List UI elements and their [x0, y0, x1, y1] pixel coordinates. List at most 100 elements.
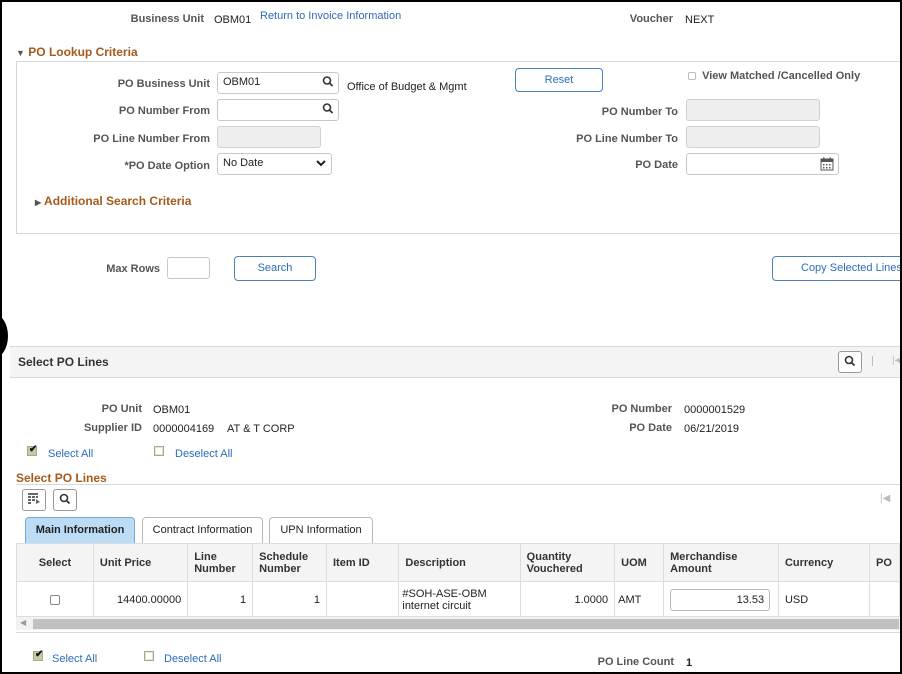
po-line-number-from-input — [217, 126, 321, 148]
col-select: Select — [16, 543, 94, 582]
expand-triangle-icon: ▶ — [35, 198, 42, 207]
supplier-name: AT & T CORP — [227, 423, 295, 435]
po-number-to-input — [686, 99, 820, 121]
row-select-cell — [16, 581, 94, 618]
po-unit-value: OBM01 — [153, 404, 191, 416]
uom-cell: AMT — [614, 581, 665, 618]
col-line-number: Line Number — [187, 543, 254, 582]
merchandise-amount-input[interactable]: 13.53 — [670, 588, 771, 611]
tab-contract-information[interactable]: Contract Information — [142, 517, 263, 543]
deselect-all-link[interactable]: Deselect All — [175, 448, 232, 460]
bottom-select-all-link[interactable]: Select All — [52, 653, 97, 665]
find-button[interactable] — [838, 351, 862, 373]
max-rows-label: Max Rows — [106, 263, 160, 275]
po-line-number-from-label: PO Line Number From — [93, 133, 210, 145]
divider — [16, 632, 900, 633]
line-number-cell: 1 — [187, 581, 254, 618]
po-date-label: PO Date — [635, 159, 678, 171]
po-business-unit-label: PO Business Unit — [117, 78, 210, 90]
po-line-count-label: PO Line Count — [597, 656, 674, 668]
po-date-option-select[interactable]: No Date — [217, 153, 332, 175]
col-po: PO — [869, 543, 900, 582]
deselect-all-checkbox-icon[interactable] — [154, 446, 164, 456]
horizontal-scrollbar[interactable]: ◀ — [16, 616, 900, 630]
max-rows-input[interactable] — [167, 257, 210, 279]
collapse-triangle-icon: ▼ — [16, 48, 25, 58]
business-unit-value: OBM01 — [214, 14, 252, 26]
col-uom: UOM — [614, 543, 665, 582]
po-line-number-to-input — [686, 126, 820, 148]
select-po-lines-header-bar: Select PO Lines |◀ — [10, 346, 900, 378]
chevron-down-icon — [316, 158, 326, 171]
scrollbar-thumb[interactable] — [33, 619, 899, 629]
search-icon[interactable] — [322, 102, 334, 119]
schedule-number-cell: 1 — [252, 581, 327, 618]
table-row: 14400.00000 1 1 #SOH-ASE-OBM internet ci… — [16, 581, 900, 618]
po-cell — [869, 581, 900, 618]
col-quantity-vouchered: Quantity Vouchered — [519, 543, 616, 582]
edge-artifact — [2, 314, 8, 358]
business-unit-label: Business Unit — [130, 13, 204, 25]
col-currency: Currency — [777, 543, 871, 582]
tab-main-information[interactable]: Main Information — [25, 517, 135, 543]
po-lookup-criteria-toggle[interactable]: ▼ PO Lookup Criteria — [16, 45, 138, 59]
po-unit-label: PO Unit — [101, 403, 142, 415]
col-schedule-number: Schedule Number — [252, 543, 327, 582]
copy-selected-lines-button[interactable]: Copy Selected Lines — [772, 256, 900, 281]
po-date-option-value: No Date — [223, 157, 264, 169]
view-matched-cancelled-checkbox-row[interactable]: View Matched /Cancelled Only — [688, 70, 860, 82]
search-button[interactable]: Search — [234, 256, 316, 281]
po-line-count-value: 1 — [686, 657, 693, 669]
divider — [16, 484, 900, 485]
voucher-label: Voucher — [629, 13, 673, 25]
po-number-from-label: PO Number From — [118, 105, 210, 117]
currency-cell: USD — [777, 581, 871, 618]
po-number-value: 0000001529 — [684, 404, 746, 416]
po-business-unit-value: OBM01 — [223, 76, 261, 88]
col-description: Description — [398, 543, 521, 582]
calendar-icon[interactable] — [820, 157, 834, 174]
bottom-deselect-all-checkbox-icon[interactable] — [144, 651, 154, 661]
search-icon — [844, 355, 856, 370]
view-matched-checkbox[interactable] — [688, 72, 696, 81]
reset-button[interactable]: Reset — [515, 68, 603, 92]
po-number-from-input[interactable] — [217, 99, 339, 121]
po-date-info-label: PO Date — [629, 422, 672, 434]
po-date-input[interactable] — [686, 153, 839, 175]
select-all-checkbox-icon[interactable]: ✔ — [27, 444, 37, 456]
additional-search-criteria-toggle[interactable]: ▶ Additional Search Criteria — [35, 194, 191, 208]
merchandise-amount-cell: 13.53 — [663, 581, 779, 618]
col-item-id: Item ID — [325, 543, 400, 582]
po-date-option-label: *PO Date Option — [124, 160, 210, 172]
tab-upn-information[interactable]: UPN Information — [269, 517, 373, 543]
item-id-cell — [325, 581, 400, 618]
first-page-icon[interactable]: |◀ — [880, 493, 890, 504]
bottom-select-all-checkbox-icon[interactable]: ✔ — [33, 649, 43, 661]
supplier-id-value: 0000004169 — [153, 423, 215, 435]
search-icon[interactable] — [322, 75, 334, 92]
additional-search-criteria-title: Additional Search Criteria — [44, 194, 192, 208]
select-po-lines-header-title: Select PO Lines — [18, 355, 109, 369]
grid-header-row: Select Unit Price Line Number Schedule N… — [16, 543, 900, 582]
col-merchandise-amount: Merchandise Amount — [663, 543, 779, 582]
return-to-invoice-link[interactable]: Return to Invoice Information — [260, 10, 401, 22]
description-cell: #SOH-ASE-OBM internet circuit — [398, 581, 521, 618]
scroll-left-icon[interactable]: ◀ — [20, 618, 26, 627]
select-all-link[interactable]: Select All — [48, 448, 93, 460]
personalize-grid-button[interactable] — [22, 489, 46, 511]
po-line-number-to-label: PO Line Number To — [576, 133, 678, 145]
quantity-vouchered-cell: 1.0000 — [519, 581, 616, 618]
po-lookup-page: Business Unit OBM01 Return to Invoice In… — [0, 0, 902, 674]
unit-price-cell: 14400.00000 — [92, 581, 189, 618]
view-matched-label: View Matched /Cancelled Only — [702, 70, 861, 82]
col-unit-price: Unit Price — [92, 543, 189, 582]
bottom-deselect-all-link[interactable]: Deselect All — [164, 653, 221, 665]
first-page-icon[interactable]: |◀ — [892, 355, 900, 366]
row-select-checkbox[interactable] — [49, 594, 60, 605]
select-po-lines-grid-title: Select PO Lines — [16, 471, 107, 485]
po-lookup-criteria-title: PO Lookup Criteria — [28, 45, 138, 59]
find-in-grid-button[interactable] — [53, 489, 77, 511]
po-business-unit-description: Office of Budget & Mgmt — [347, 81, 467, 93]
po-business-unit-input[interactable]: OBM01 — [217, 72, 339, 94]
search-icon — [59, 493, 71, 508]
